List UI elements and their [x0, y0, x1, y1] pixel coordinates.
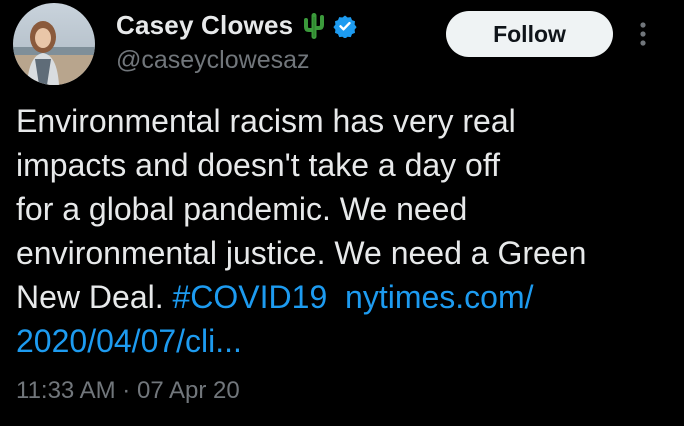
tweet-text-line: impacts and doesn't take a day off	[16, 147, 501, 183]
author-display-name[interactable]: Casey Clowes	[116, 10, 293, 41]
tweet-text-line: environmental justice. We need a Green	[16, 235, 587, 271]
url-link[interactable]: nytimes.com/	[345, 279, 533, 315]
author-name-row: Casey Clowes	[116, 10, 357, 41]
cactus-icon	[302, 11, 326, 41]
tweet-date: 07 Apr 20	[136, 377, 240, 404]
tweet-card: Casey Clowes @caseyclowesaz Follow Envir…	[0, 0, 684, 426]
tweet-text: Environmental racism has very real impac…	[16, 99, 666, 363]
tweet-text-line: Environmental racism has very real	[16, 103, 516, 139]
meta-separator: ·	[122, 377, 131, 404]
url-link-continued[interactable]: 2020/04/07/cli...	[16, 323, 242, 359]
timestamp-row[interactable]: 11:33 AM · 07 Apr 20	[16, 377, 240, 405]
follow-button[interactable]: Follow	[446, 11, 613, 57]
more-vertical-icon[interactable]	[635, 20, 651, 48]
verified-icon[interactable]	[333, 14, 357, 39]
hashtag-link[interactable]: #COVID19	[173, 279, 328, 315]
tweet-time: 11:33 AM	[16, 377, 116, 404]
tweet-text-line: for a global pandemic. We need	[16, 191, 468, 227]
tweet-text-line: 2020/04/07/cli...	[16, 319, 666, 363]
tweet-text-fragment: New Deal.	[16, 279, 173, 315]
avatar[interactable]	[13, 3, 95, 85]
author-handle[interactable]: @caseyclowesaz	[116, 46, 310, 75]
avatar-photo	[13, 3, 95, 85]
tweet-text-line: New Deal. #COVID19 nytimes.com/	[16, 275, 666, 319]
